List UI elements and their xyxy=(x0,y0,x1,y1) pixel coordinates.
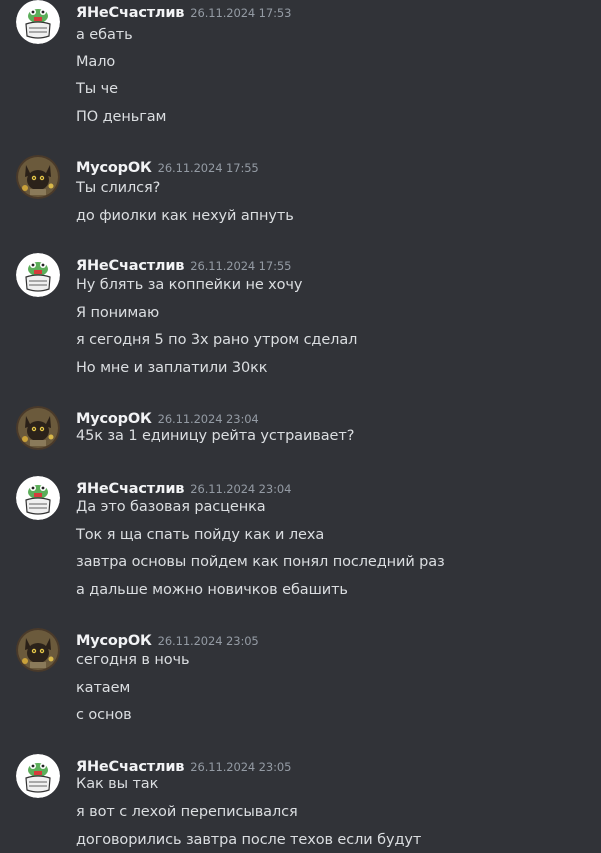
message-text: с основ xyxy=(76,707,132,723)
cat-avatar-icon[interactable] xyxy=(16,155,60,199)
username[interactable]: ЯНеСчастлив xyxy=(76,481,184,497)
chat-messages: ЯНеСчастлив 26.11.2024 17:53 а ебать Мало… xyxy=(0,0,601,853)
username[interactable]: МусорОК xyxy=(76,160,152,176)
username[interactable]: ЯНеСчастлив xyxy=(76,5,184,21)
message-text: я сегодня 5 по 3х рано утром сделал xyxy=(76,332,358,348)
timestamp: 26.11.2024 23:04 xyxy=(190,482,292,496)
message-text: Ты слился? xyxy=(76,180,161,196)
username[interactable]: МусорОК xyxy=(76,633,152,649)
message-text: Да это базовая расценка xyxy=(76,499,266,515)
timestamp: 26.11.2024 23:04 xyxy=(157,412,259,426)
timestamp: 26.11.2024 17:53 xyxy=(190,6,292,20)
frog-avatar-icon[interactable] xyxy=(16,476,60,520)
message-header: ЯНеСчастлив 26.11.2024 23:04 xyxy=(76,478,291,498)
username[interactable]: МусорОК xyxy=(76,411,152,427)
message-text: Ну блять за коппейки не хочу xyxy=(76,277,303,293)
frog-avatar-icon[interactable] xyxy=(16,754,60,798)
cat-avatar-icon[interactable] xyxy=(16,406,60,450)
message-text: Но мне и заплатили 30кк xyxy=(76,360,268,376)
message-text: Ток я ща спать пойду как и леха xyxy=(76,527,325,543)
username[interactable]: ЯНеСчастлив xyxy=(76,759,184,775)
message-header: МусорОК 26.11.2024 17:55 xyxy=(76,157,259,177)
message-header: МусорОК 26.11.2024 23:04 xyxy=(76,408,259,428)
frog-avatar-icon[interactable] xyxy=(16,253,60,297)
message-text: договорились завтра после техов если буд… xyxy=(76,832,422,848)
message-text: Мало xyxy=(76,54,116,70)
message-header: ЯНеСчастлив 26.11.2024 23:05 xyxy=(76,756,291,776)
message-text: я вот с лехой переписывался xyxy=(76,804,298,820)
message-header: МусорОК 26.11.2024 23:05 xyxy=(76,630,259,650)
timestamp: 26.11.2024 23:05 xyxy=(190,760,292,774)
timestamp: 26.11.2024 17:55 xyxy=(157,161,259,175)
message-text: до фиолки как нехуй апнуть xyxy=(76,208,294,224)
timestamp: 26.11.2024 23:05 xyxy=(157,634,259,648)
message-text: 45к за 1 единицу рейта устраивает? xyxy=(76,428,355,444)
message-text: ПО деньгам xyxy=(76,109,167,125)
cat-avatar-icon[interactable] xyxy=(16,628,60,672)
message-text: Как вы так xyxy=(76,776,159,792)
message-text: сегодня в ночь xyxy=(76,652,190,668)
username[interactable]: ЯНеСчастлив xyxy=(76,258,184,274)
message-text: катаем xyxy=(76,680,131,696)
message-text: Я понимаю xyxy=(76,305,160,321)
frog-avatar-icon[interactable] xyxy=(16,0,60,44)
message-header: ЯНеСчастлив 26.11.2024 17:53 xyxy=(76,2,291,22)
timestamp: 26.11.2024 17:55 xyxy=(190,259,292,273)
message-header: ЯНеСчастлив 26.11.2024 17:55 xyxy=(76,255,291,275)
message-text: Ты че xyxy=(76,81,118,97)
message-text: завтра основы пойдем как понял последний… xyxy=(76,554,445,570)
message-text: а ебать xyxy=(76,27,133,43)
message-text: а дальше можно новичков ебашить xyxy=(76,582,348,598)
